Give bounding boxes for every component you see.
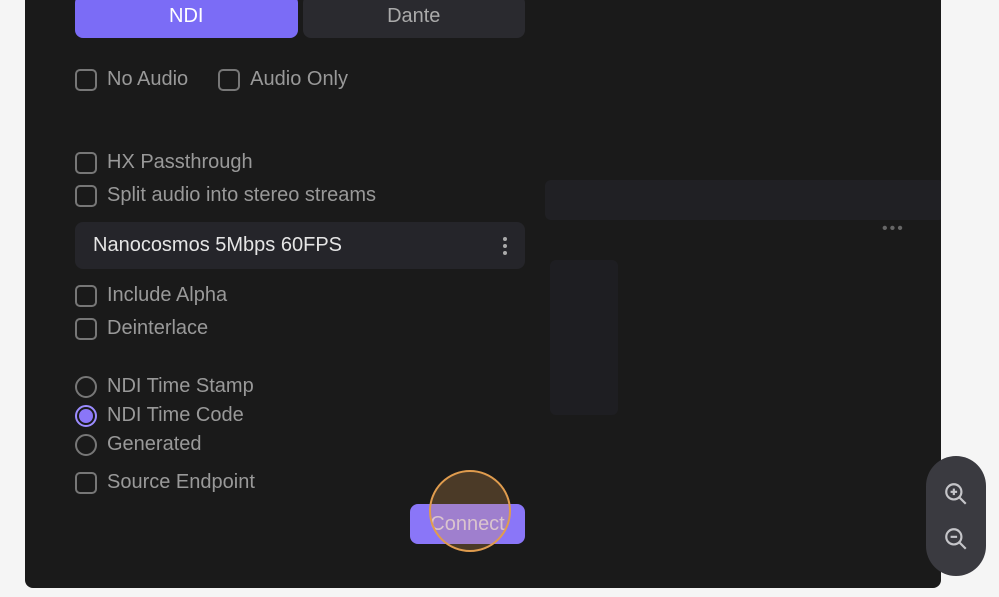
checkbox-label: Source Endpoint (107, 471, 255, 494)
checkbox-audio-only[interactable]: Audio Only (218, 68, 348, 91)
connect-button[interactable]: Connect (410, 504, 525, 544)
radio-icon (75, 434, 97, 456)
checkbox-label: Split audio into stereo streams (107, 184, 376, 207)
radio-label: NDI Time Stamp (107, 375, 254, 398)
background-block (550, 260, 618, 415)
radio-label: NDI Time Code (107, 404, 244, 427)
timecode-radio-group: NDI Time Stamp NDI Time Code Generated (75, 375, 525, 456)
checkbox-icon (75, 185, 97, 207)
radio-ndi-timecode[interactable]: NDI Time Code (75, 404, 525, 427)
protocol-tabs: NDI Dante (75, 0, 525, 38)
tab-ndi[interactable]: NDI (75, 0, 298, 38)
checkbox-icon (218, 69, 240, 91)
checkbox-label: Include Alpha (107, 284, 227, 307)
checkbox-icon (75, 318, 97, 340)
checkbox-label: Deinterlace (107, 317, 208, 340)
checkbox-include-alpha[interactable]: Include Alpha (75, 284, 525, 307)
radio-label: Generated (107, 433, 202, 456)
checkbox-hx-passthrough[interactable]: HX Passthrough (75, 151, 525, 174)
settings-panel: NDI Dante No Audio Audio Only HX Passthr… (75, 0, 525, 504)
app-window: ••• NDI Dante No Audio Audio Only HX Pas… (25, 0, 941, 588)
zoom-controls (926, 456, 986, 576)
checkbox-label: No Audio (107, 68, 188, 91)
checkbox-icon (75, 152, 97, 174)
button-label: Connect (430, 513, 505, 536)
checkbox-no-audio[interactable]: No Audio (75, 68, 188, 91)
radio-icon (75, 405, 97, 427)
zoom-out-icon[interactable] (943, 526, 969, 552)
kebab-icon (503, 237, 507, 255)
checkbox-split-audio[interactable]: Split audio into stereo streams (75, 184, 525, 207)
preset-select[interactable]: Nanocosmos 5Mbps 60FPS (75, 222, 525, 269)
radio-ndi-timestamp[interactable]: NDI Time Stamp (75, 375, 525, 398)
checkbox-label: Audio Only (250, 68, 348, 91)
radio-generated[interactable]: Generated (75, 433, 525, 456)
tab-dante[interactable]: Dante (303, 0, 526, 38)
select-value: Nanocosmos 5Mbps 60FPS (93, 234, 342, 257)
zoom-in-icon[interactable] (943, 481, 969, 507)
checkbox-source-endpoint[interactable]: Source Endpoint (75, 471, 525, 494)
background-dots: ••• (882, 220, 905, 238)
checkbox-icon (75, 69, 97, 91)
radio-icon (75, 376, 97, 398)
checkbox-icon (75, 472, 97, 494)
checkbox-label: HX Passthrough (107, 151, 253, 174)
background-bar (545, 180, 941, 220)
checkbox-deinterlace[interactable]: Deinterlace (75, 317, 525, 340)
checkbox-icon (75, 285, 97, 307)
